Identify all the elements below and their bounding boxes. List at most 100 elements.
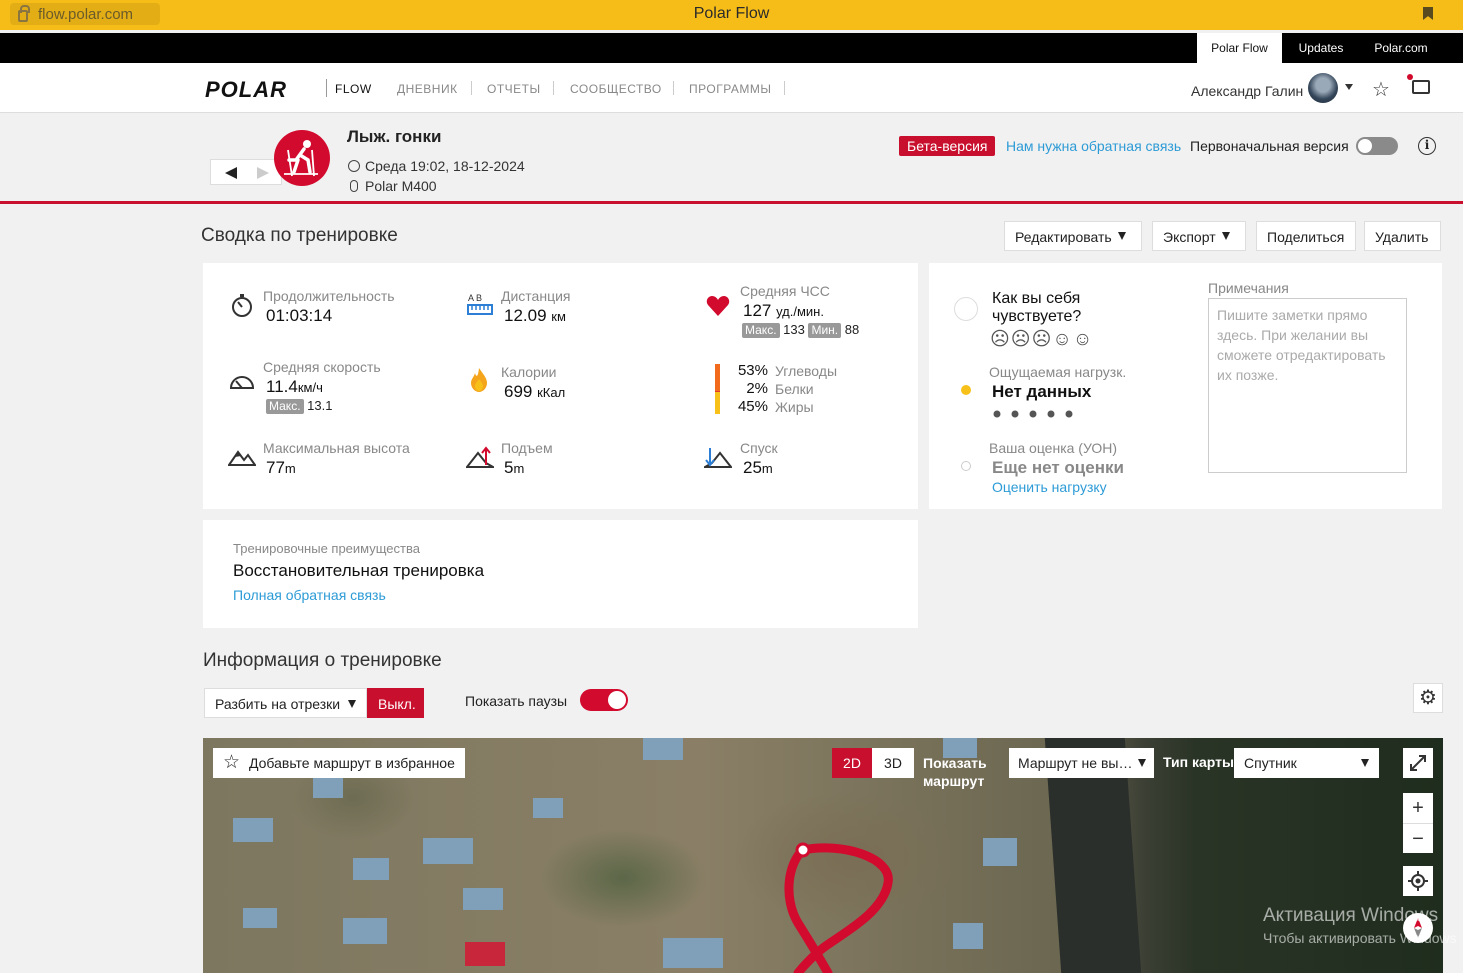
speed-label: Средняя скорость (263, 359, 381, 375)
avatar[interactable] (1308, 73, 1338, 103)
summary-title: Сводка по тренировке (201, 225, 398, 246)
star-icon[interactable]: ☆ (1372, 77, 1390, 102)
tab-polar-com[interactable]: Polar.com (1362, 33, 1440, 63)
training-datetime: Среда 19:02, 18-12-2024 (365, 158, 525, 174)
calories-unit: кКал (537, 385, 566, 400)
rate-load-link[interactable]: Оценить нагрузку (992, 479, 1107, 495)
chevron-down-icon (1221, 232, 1230, 241)
main-nav: POLAR FLOW ДНЕВНИК ОТЧЕТЫ СООБЩЕСТВО ПРО… (0, 63, 1463, 113)
nav-reports[interactable]: ОТЧЕТЫ (487, 82, 541, 96)
hr-min-value: 88 (844, 322, 860, 337)
user-menu-chevron-icon[interactable] (1345, 84, 1353, 90)
notes-textarea[interactable]: Пишите заметки прямо здесь. При желании … (1208, 298, 1407, 473)
ascent-icon (466, 446, 494, 468)
speed-value: 11.4 (266, 377, 298, 396)
route-select[interactable]: Маршрут не вы… (1009, 748, 1154, 778)
chevron-down-icon (1138, 759, 1146, 767)
ascent-unit: m (513, 461, 525, 476)
duration-label: Продолжительность (263, 288, 395, 304)
benefit-value: Восстановительная тренировка (233, 561, 485, 580)
split-select-value: Разбить на отрезки (215, 696, 341, 712)
map-type-select[interactable]: Спутник (1234, 748, 1379, 778)
user-name[interactable]: Александр Галин (1191, 83, 1303, 99)
distance-ab-icon: A B (467, 293, 493, 315)
training-nav-arrows (210, 159, 282, 185)
distance-value: 12.09 (504, 306, 547, 325)
full-feedback-link[interactable]: Полная обратная связь (233, 587, 386, 603)
tab-updates[interactable]: Updates (1284, 33, 1358, 63)
nav-divider (471, 81, 472, 95)
distance-unit: км (551, 309, 566, 324)
speed-max-tag: Макс. (266, 399, 304, 414)
chevron-down-icon (1361, 759, 1369, 767)
info-title: Информация о тренировке (203, 650, 442, 671)
share-button[interactable]: Поделиться (1256, 221, 1356, 251)
mountain-icon (228, 450, 256, 466)
add-to-favorites-button[interactable]: ☆ Добавьте маршрут в избранное (213, 748, 465, 778)
export-button[interactable]: Экспорт (1152, 221, 1246, 251)
energy-source-name: Белки (775, 381, 814, 397)
sport-title: Лыж. гонки (347, 127, 442, 146)
max-altitude-value: 77 (266, 458, 285, 477)
view-3d-button[interactable]: 3D (872, 748, 914, 778)
flow-logo[interactable]: FLOW (335, 82, 372, 96)
locate-icon[interactable] (1403, 866, 1433, 896)
hr-value-row: 127 уд./мин. (743, 301, 824, 321)
training-header: Лыж. гонки Среда 19:02, 18-12-2024 Polar… (0, 114, 1463, 204)
max-altitude-unit: m (284, 461, 296, 476)
speed-max: Макс. 13.1 (266, 398, 332, 414)
nav-programs[interactable]: ПРОГРАММЫ (689, 82, 772, 96)
training-device: Polar M400 (365, 178, 437, 194)
previous-arrow-icon[interactable] (225, 167, 237, 179)
split-select[interactable]: Разбить на отрезки (204, 688, 367, 718)
descent-value: 25 (743, 458, 762, 477)
browser-bar: flow.polar.com Polar Flow (0, 0, 1463, 30)
split-off-button[interactable]: Выкл. (367, 688, 424, 718)
hr-max-value: 133 (783, 322, 805, 337)
feeling-faces-icon[interactable]: ☹☹☹☺☺ (990, 328, 1093, 351)
energy-source-name: Жиры (775, 399, 814, 415)
perceived-load-value: Нет данных (992, 382, 1092, 401)
windows-activation-title: Активация Windows (1263, 905, 1439, 926)
nav-divider (673, 81, 674, 95)
max-altitude-label: Максимальная высота (263, 440, 410, 456)
nav-diary[interactable]: ДНЕВНИК (397, 82, 458, 96)
energy-source-name: Углеводы (775, 363, 838, 379)
feeling-question: Как вы себя чувствуете? (992, 290, 1082, 325)
edit-button[interactable]: Редактировать (1004, 221, 1142, 251)
original-version-toggle[interactable] (1356, 137, 1398, 155)
nav-divider (553, 81, 554, 95)
show-pauses-label: Показать паузы (465, 693, 568, 709)
stopwatch-icon (232, 294, 252, 317)
polar-logo[interactable]: POLAR (205, 77, 287, 103)
delete-button[interactable]: Удалить (1364, 221, 1441, 251)
descent-label: Спуск (740, 440, 778, 456)
star-icon: ☆ (223, 752, 241, 773)
route-map[interactable]: ☆ Добавьте маршрут в избранное 2D 3D Пок… (203, 738, 1443, 973)
rating-dot-icon (961, 461, 971, 471)
feedback-link[interactable]: Нам нужна обратная связь (1006, 138, 1181, 154)
hr-max-tag: Макс. (742, 323, 780, 338)
edit-button-label: Редактировать (1015, 229, 1112, 245)
hr-minmax: Макс. 133 Мин. 88 (742, 322, 859, 338)
load-scale-dots[interactable] (993, 406, 1077, 424)
view-2d-button[interactable]: 2D (832, 748, 872, 778)
hr-label: Средняя ЧСС (740, 283, 830, 299)
hr-value: 127 (743, 301, 772, 320)
hr-unit: уд./мин. (776, 304, 824, 319)
distance-label: Дистанция (501, 288, 571, 304)
zoom-in-button[interactable]: + (1403, 793, 1433, 823)
tab-polar-flow[interactable]: Polar Flow (1197, 33, 1282, 63)
max-altitude-value-row: 77m (266, 458, 296, 478)
calories-value-row: 699 кКал (504, 382, 565, 402)
nav-community[interactable]: СООБЩЕСТВО (570, 82, 662, 96)
info-icon[interactable]: i (1418, 137, 1436, 155)
gear-icon[interactable]: ⚙ (1413, 683, 1443, 713)
next-arrow-icon[interactable] (257, 167, 269, 179)
fullscreen-icon[interactable] (1403, 748, 1433, 778)
speed-unit: км/ч (297, 380, 323, 395)
zoom-out-button[interactable]: − (1403, 823, 1433, 853)
show-pauses-toggle[interactable] (580, 689, 628, 711)
chevron-down-icon (348, 700, 356, 708)
notifications-icon[interactable] (1407, 74, 1430, 94)
